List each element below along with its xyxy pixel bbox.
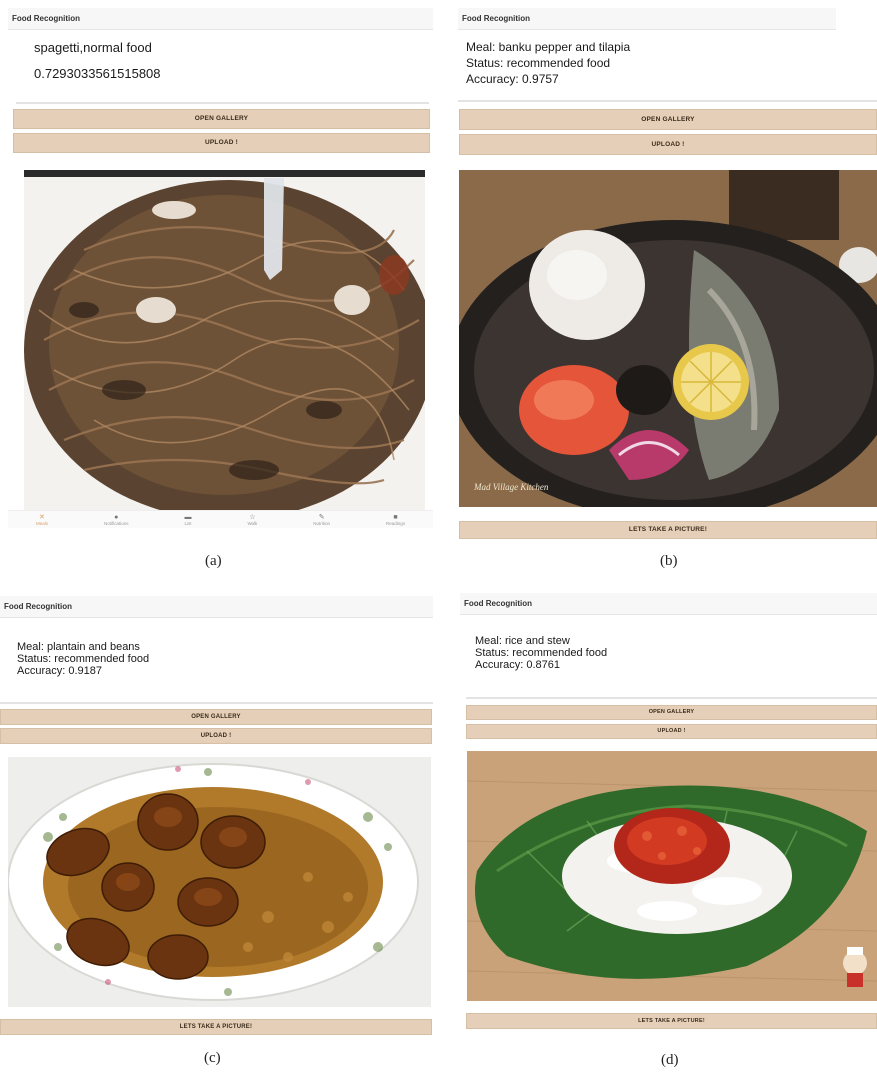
open-gallery-button[interactable]: OPEN GALLERY <box>13 109 430 129</box>
fork-knife-icon: ✕ <box>39 513 45 521</box>
app-title-bar: Food Recognition <box>8 8 433 30</box>
take-picture-button[interactable]: LETS TAKE A PICTURE! <box>466 1013 877 1029</box>
panel-caption: (a) <box>205 553 222 569</box>
app-title: Food Recognition <box>12 14 80 23</box>
meal-label: Meal: rice and stew <box>475 635 570 647</box>
bottom-navigation: ✕ Meals ● Notifications ▬ List ☆ Walk ✎ … <box>8 510 433 528</box>
nav-label: Walk <box>247 520 258 526</box>
prediction-score: 0.7293033561515808 <box>34 66 161 81</box>
take-picture-label: LETS TAKE A PICTURE! <box>638 1018 705 1024</box>
nav-item-meals[interactable]: ✕ Meals <box>36 514 48 526</box>
accuracy-label: Accuracy: 0.8761 <box>475 659 560 671</box>
upload-label: UPLOAD ! <box>651 141 685 148</box>
camera-icon: ■ <box>393 513 398 521</box>
open-gallery-button[interactable]: OPEN GALLERY <box>459 109 877 130</box>
upload-button[interactable]: UPLOAD ! <box>13 133 430 153</box>
nav-item-list[interactable]: ▬ List <box>184 514 191 526</box>
photo-watermark: Mad Village Kitchen <box>473 482 549 492</box>
upload-button[interactable]: UPLOAD ! <box>0 728 432 744</box>
upload-label: UPLOAD ! <box>200 733 232 739</box>
prediction-label: spagetti,normal food <box>34 40 152 55</box>
meal-label: Meal: banku pepper and tilapia <box>466 40 631 54</box>
prediction-result: Meal: plantain and beans Status: recomme… <box>0 620 433 704</box>
nav-item-walk[interactable]: ☆ Walk <box>247 514 257 526</box>
panel-caption: (b) <box>660 553 678 569</box>
take-picture-button[interactable]: LETS TAKE A PICTURE! <box>459 521 877 539</box>
take-picture-label: LETS TAKE A PICTURE! <box>179 1024 253 1030</box>
nav-label: Nutrition <box>313 520 331 526</box>
status-label: Status: recommended food <box>466 56 611 70</box>
food-photo-rice-stew <box>467 751 877 1001</box>
open-gallery-label: OPEN GALLERY <box>641 116 695 123</box>
food-photo-banku-tilapia: Mad Village Kitchen <box>459 170 877 507</box>
status-label: Status: recommended food <box>475 647 608 659</box>
nav-label: Notifications <box>103 520 129 526</box>
list-icon: ▬ <box>184 513 192 521</box>
app-title-bar: Food Recognition <box>0 596 433 618</box>
upload-button[interactable]: UPLOAD ! <box>459 134 877 155</box>
bell-icon: ● <box>114 513 119 521</box>
upload-label: UPLOAD ! <box>657 728 686 734</box>
accuracy-label: Accuracy: 0.9187 <box>17 665 102 677</box>
nav-item-nutrition[interactable]: ✎ Nutrition <box>313 514 330 526</box>
app-title: Food Recognition <box>4 602 72 611</box>
nav-item-notifications[interactable]: ● Notifications <box>104 514 129 526</box>
take-picture-label: LETS TAKE A PICTURE! <box>628 526 708 533</box>
accuracy-label: Accuracy: 0.9757 <box>466 72 559 86</box>
upload-label: UPLOAD ! <box>204 139 238 146</box>
open-gallery-button[interactable]: OPEN GALLERY <box>0 709 432 725</box>
panel-caption: (d) <box>661 1052 679 1068</box>
nav-item-readings[interactable]: ■ Readings <box>386 514 405 526</box>
nav-label: Readings <box>385 520 405 526</box>
walk-icon: ☆ <box>249 513 256 521</box>
food-photo-spaghetti <box>24 170 425 510</box>
open-gallery-button[interactable]: OPEN GALLERY <box>466 705 877 720</box>
prediction-result: Meal: rice and stew Status: recommended … <box>466 616 877 699</box>
meal-label: Meal: plantain and beans <box>17 641 140 653</box>
app-title-bar: Food Recognition <box>460 593 877 615</box>
take-picture-button[interactable]: LETS TAKE A PICTURE! <box>0 1019 432 1035</box>
panel-caption: (c) <box>204 1050 221 1066</box>
nav-label: Meals <box>35 520 48 526</box>
carrot-icon: ✎ <box>318 513 325 521</box>
app-title: Food Recognition <box>462 14 530 23</box>
app-title-bar: Food Recognition <box>458 8 836 30</box>
prediction-result: Meal: banku pepper and tilapia Status: r… <box>458 32 877 102</box>
status-label: Status: recommended food <box>17 653 150 665</box>
food-photo-plantain-beans <box>8 757 431 1007</box>
open-gallery-label: OPEN GALLERY <box>191 714 241 720</box>
prediction-result: spagetti,normal food 0.7293033561515808 <box>16 31 429 104</box>
upload-button[interactable]: UPLOAD ! <box>466 724 877 739</box>
nav-label: List <box>184 520 192 526</box>
app-title: Food Recognition <box>464 599 532 608</box>
open-gallery-label: OPEN GALLERY <box>648 709 695 715</box>
open-gallery-label: OPEN GALLERY <box>194 115 249 122</box>
